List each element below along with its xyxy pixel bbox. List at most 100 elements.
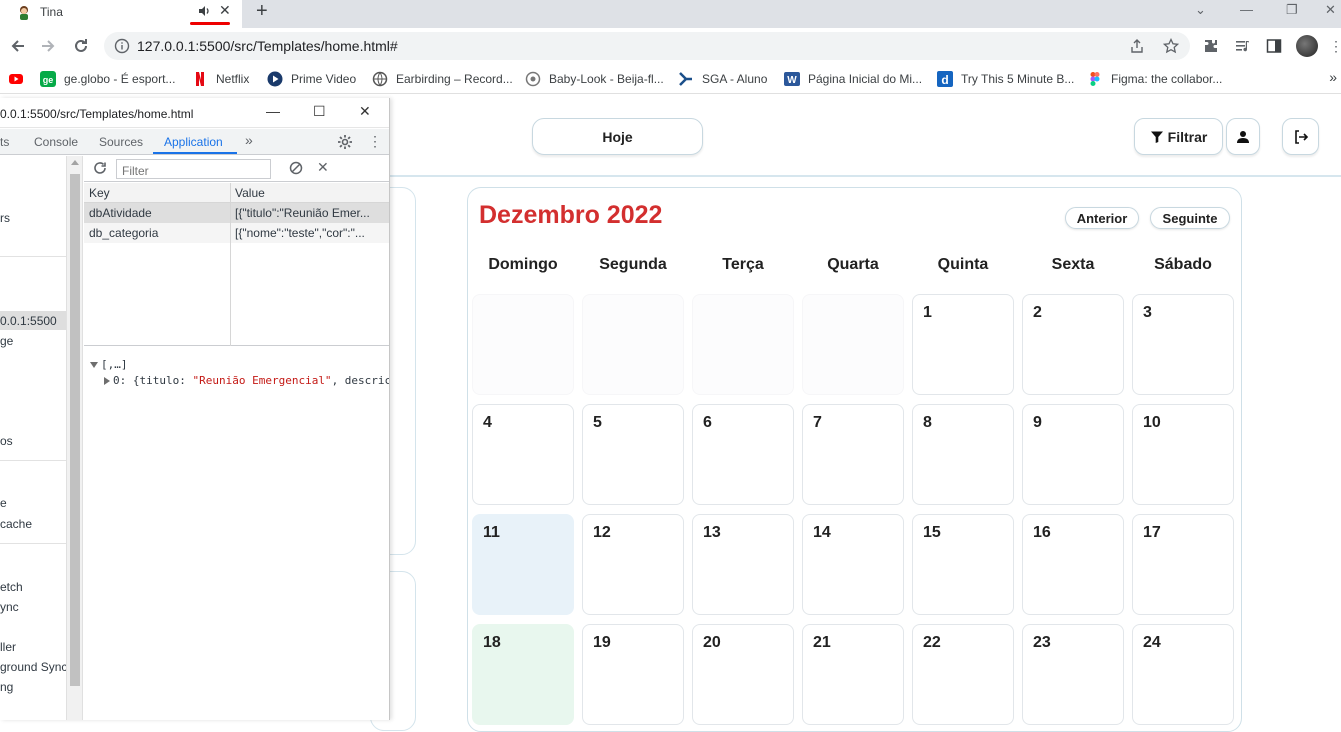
calendar-day[interactable]: 15 xyxy=(912,514,1014,615)
more-tabs-button[interactable]: » xyxy=(245,132,253,148)
devtools-maximize-icon[interactable]: ☐ xyxy=(313,103,326,120)
reload-icon[interactable] xyxy=(71,36,91,56)
url-text[interactable]: 127.0.0.1:5500/src/Templates/home.html# xyxy=(137,38,398,54)
preview-item[interactable]: 0: {titulo: "Reunião Emergencial", descr… xyxy=(104,374,389,387)
calendar-day[interactable]: 3 xyxy=(1132,294,1234,395)
tab-application[interactable]: Application xyxy=(164,135,223,149)
calendar-day[interactable]: 24 xyxy=(1132,624,1234,725)
media-controls-icon[interactable] xyxy=(1235,38,1251,54)
calendar-day[interactable]: 23 xyxy=(1022,624,1124,725)
close-window-icon[interactable]: ✕ xyxy=(1325,2,1336,18)
profile-avatar[interactable] xyxy=(1296,35,1318,57)
sidebar-scrollbar[interactable] xyxy=(66,156,83,720)
back-icon[interactable] xyxy=(8,36,28,56)
calendar-day[interactable]: 22 xyxy=(912,624,1014,725)
share-icon[interactable] xyxy=(1129,38,1145,54)
scrollbar-thumb[interactable] xyxy=(70,174,80,686)
calendar-day[interactable]: 21 xyxy=(802,624,904,725)
calendar-day[interactable]: 8 xyxy=(912,404,1014,505)
bookmark-baby-look[interactable]: Baby-Look - Beija-fl... xyxy=(525,70,664,88)
tab-search-icon[interactable]: ⌄ xyxy=(1195,2,1206,18)
calendar-day[interactable]: 13 xyxy=(692,514,794,615)
sidebar-item-cache-storage[interactable]: e xyxy=(0,496,7,510)
bookmark-ge[interactable]: ge ge.globo - É esport... xyxy=(40,70,175,88)
new-tab-button[interactable]: + xyxy=(256,1,268,21)
calendar-day[interactable]: 1 xyxy=(912,294,1014,395)
table-row[interactable]: dbAtividade [{"titulo":"Reunião Emer... xyxy=(84,203,389,223)
devtools-close-icon[interactable]: ✕ xyxy=(359,103,371,120)
calendar-day[interactable]: 6 xyxy=(692,404,794,505)
bookmarks-overflow-button[interactable]: » xyxy=(1329,69,1337,85)
bookmark-sga[interactable]: SGA - Aluno xyxy=(678,70,767,88)
calendar-day[interactable]: 12 xyxy=(582,514,684,615)
sidebar-item-background-fetch[interactable]: etch xyxy=(0,580,23,594)
bookmark-netflix[interactable]: Netflix xyxy=(192,70,249,88)
preview-root[interactable]: [,…] xyxy=(90,358,128,371)
filter-button[interactable]: Filtrar xyxy=(1134,118,1223,155)
calendar-day[interactable]: 11 xyxy=(472,514,574,615)
logout-button[interactable] xyxy=(1282,118,1319,155)
calendar-day[interactable]: 5 xyxy=(582,404,684,505)
site-info-icon[interactable] xyxy=(114,38,130,54)
sidebar-item-local-storage-origin[interactable]: 0.0.1:5500 xyxy=(0,314,57,328)
restore-icon[interactable]: ❐ xyxy=(1286,2,1298,18)
bookmark-star-icon[interactable] xyxy=(1163,38,1179,54)
devtools-menu-icon[interactable]: ⋮ xyxy=(368,133,382,150)
previous-month-button[interactable]: Anterior xyxy=(1065,207,1139,229)
bookmark-word[interactable]: W Página Inicial do Mi... xyxy=(784,70,922,88)
audio-playing-icon[interactable] xyxy=(196,3,212,19)
calendar-day[interactable]: 19 xyxy=(582,624,684,725)
sidebar-item-periodic-background-sync[interactable]: ground Sync xyxy=(0,660,66,674)
column-key[interactable]: Key xyxy=(89,186,110,200)
calendar-day[interactable]: 17 xyxy=(1132,514,1234,615)
scroll-up-arrow-icon[interactable] xyxy=(71,160,79,165)
calendar-day[interactable]: 10 xyxy=(1132,404,1234,505)
user-button[interactable] xyxy=(1226,118,1260,155)
calendar-day[interactable]: 2 xyxy=(1022,294,1124,395)
calendar-day[interactable]: 4 xyxy=(472,404,574,505)
bookmark-youtube[interactable] xyxy=(8,70,32,88)
settings-gear-icon[interactable] xyxy=(337,134,353,150)
minimize-icon[interactable]: — xyxy=(1240,2,1253,17)
address-bar[interactable]: 127.0.0.1:5500/src/Templates/home.html# xyxy=(104,32,1190,60)
calendar-day[interactable]: 18 xyxy=(472,624,574,725)
bookmark-figma[interactable]: Figma: the collabor... xyxy=(1087,70,1222,88)
forward-icon[interactable] xyxy=(38,36,58,56)
calendar-day[interactable]: 9 xyxy=(1022,404,1124,505)
today-button[interactable]: Hoje xyxy=(532,118,703,155)
sidebar-item-back-forward-cache[interactable]: cache xyxy=(0,517,32,531)
column-divider[interactable] xyxy=(230,183,231,346)
sidebar-item-payment-handler[interactable]: ller xyxy=(0,640,16,654)
sidebar-item-storage[interactable]: ge xyxy=(0,334,13,348)
refresh-icon[interactable] xyxy=(93,161,107,175)
clear-all-icon[interactable] xyxy=(289,161,303,175)
bookmark-earbirding[interactable]: Earbirding – Record... xyxy=(372,70,513,88)
table-row[interactable]: db_categoria [{"nome":"teste","cor":"... xyxy=(84,223,389,243)
tab-sources[interactable]: Sources xyxy=(99,135,143,149)
bookmark-d[interactable]: d Try This 5 Minute B... xyxy=(937,70,1074,88)
sidebar-item-workers[interactable]: rs xyxy=(0,211,10,225)
calendar-day[interactable]: 7 xyxy=(802,404,904,505)
sidebar-item-trust-tokens[interactable]: os xyxy=(0,434,13,448)
column-value[interactable]: Value xyxy=(235,186,265,200)
extensions-icon[interactable] xyxy=(1203,38,1219,54)
calendar-day[interactable]: 20 xyxy=(692,624,794,725)
sidebar-item-push-messaging[interactable]: ng xyxy=(0,680,13,694)
calendar-day[interactable]: 16 xyxy=(1022,514,1124,615)
next-month-button[interactable]: Seguinte xyxy=(1150,207,1230,229)
tab-elements[interactable]: ts xyxy=(0,135,9,149)
day-number: 12 xyxy=(593,524,611,541)
sidebar-item-background-sync[interactable]: ync xyxy=(0,600,19,614)
expand-arrow-icon[interactable] xyxy=(104,377,110,385)
chrome-menu-icon[interactable]: ⋮ xyxy=(1329,38,1341,55)
tab-console[interactable]: Console xyxy=(34,135,78,149)
devtools-minimize-icon[interactable]: — xyxy=(266,103,280,119)
browser-tab[interactable]: Tina ✕ xyxy=(0,0,242,28)
side-panel-icon[interactable] xyxy=(1266,38,1282,54)
delete-selected-icon[interactable]: ✕ xyxy=(317,159,329,176)
calendar-day[interactable]: 14 xyxy=(802,514,904,615)
bookmark-prime-video[interactable]: Prime Video xyxy=(267,70,356,88)
collapse-arrow-icon[interactable] xyxy=(90,362,98,368)
storage-filter-input[interactable] xyxy=(116,159,271,179)
tab-close-icon[interactable]: ✕ xyxy=(219,2,231,18)
